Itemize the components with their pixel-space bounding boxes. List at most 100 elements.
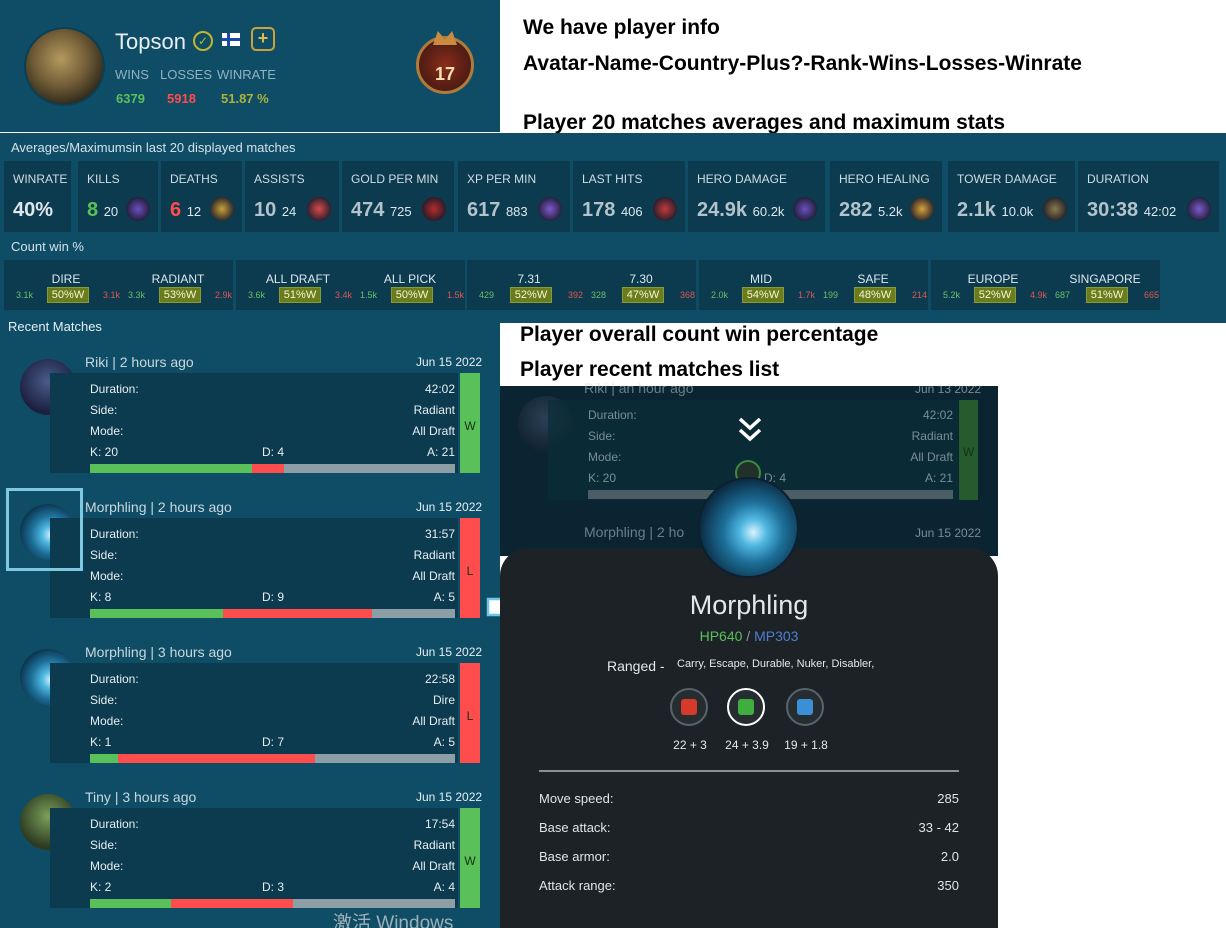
count-win-badge: 50%W xyxy=(390,287,434,303)
hero-mini-icon xyxy=(126,197,150,221)
count-win-wins: 429 xyxy=(479,290,495,300)
detail-label: Attack range: xyxy=(539,878,616,893)
count-win-badge: 51%W xyxy=(278,287,322,303)
avg-cell-assists: ASSISTS 10 24 xyxy=(245,161,339,232)
count-win-label: ALL DRAFT xyxy=(265,272,331,286)
mode-value: All Draft xyxy=(412,714,455,728)
attribute-value: 19 + 1.8 xyxy=(784,738,828,752)
count-win-line: 3.3k 53%W 2.9k xyxy=(128,287,232,303)
count-win-label: SAFE xyxy=(857,272,889,286)
count-win-group: ALL DRAFT 3.6k 51%W 3.4k ALL PICK 1.5k 50%W 1.5… xyxy=(236,260,465,310)
losses-value: 5918 xyxy=(167,91,196,106)
side-value: Radiant xyxy=(413,838,455,852)
count-win-group: 7.31 429 52%W 392 7.30 328 47%W 368 xyxy=(467,260,696,310)
duration-label: Duration: xyxy=(90,817,139,831)
match-title[interactable]: Morphling | 3 hours ago xyxy=(85,644,232,660)
detail-label: Base attack: xyxy=(539,820,611,835)
avg-cell-gold-per-min: GOLD PER MIN 474 725 xyxy=(342,161,454,232)
kills-text: K: 20 xyxy=(90,445,119,459)
count-win-badge: 54%W xyxy=(741,287,785,303)
match-title[interactable]: Riki | 2 hours ago xyxy=(85,354,194,370)
avg-cell-label: KILLS xyxy=(87,172,120,186)
divider xyxy=(539,770,959,772)
count-win-wins: 3.3k xyxy=(128,290,146,300)
count-win-wins: 2.0k xyxy=(711,290,729,300)
ghost-match-date: Jun 13 2022 xyxy=(915,382,982,396)
count-win-losses: 368 xyxy=(679,290,695,300)
side-value: Dire xyxy=(432,693,455,707)
ghost-match-title: Riki | an hour ago xyxy=(584,380,694,396)
mode-label: Mode: xyxy=(90,859,124,873)
attribute-value: 22 + 3 xyxy=(673,738,707,752)
duration-label: Duration: xyxy=(90,672,139,686)
kills-text: K: 1 xyxy=(90,735,112,749)
deaths-text: D: 3 xyxy=(262,880,285,894)
hero-attribute: 22 + 3 xyxy=(670,688,708,752)
player-name[interactable]: Topson xyxy=(115,29,186,55)
match-row[interactable]: Riki | 2 hours ago Jun 15 2022 Duration: 42… xyxy=(0,352,500,497)
count-win-title: Count win % xyxy=(11,239,84,254)
ghost-side-value: Radiant xyxy=(911,429,953,443)
side-label: Side: xyxy=(90,548,118,562)
hero-mini-icon xyxy=(538,197,562,221)
avg-cell-label: DURATION xyxy=(1087,172,1149,186)
max-value: 12 xyxy=(186,204,202,219)
kda-bar xyxy=(90,754,455,763)
count-win-line: 328 47%W 368 xyxy=(591,287,695,303)
avg-cell-kills: KILLS 8 20 xyxy=(78,161,158,232)
avg-value: 2.1k xyxy=(957,199,996,221)
mode-label: Mode: xyxy=(90,424,124,438)
count-win-wins: 328 xyxy=(591,290,607,300)
avg-cell-tower-damage: TOWER DAMAGE 2.1k 10.0k xyxy=(948,161,1075,232)
avg-value: 10 xyxy=(254,199,277,221)
avg-value: 8 xyxy=(87,199,99,221)
watermark-text: 激活 Windows xyxy=(333,913,454,928)
ghost-duration-label: Duration: xyxy=(588,408,637,422)
match-title[interactable]: Morphling | 2 hours ago xyxy=(85,499,232,515)
hero-mini-icon xyxy=(307,197,331,221)
count-win-line: 2.0k 54%W 1.7k xyxy=(711,287,815,303)
avg-cell-value: 10 24 xyxy=(254,199,296,222)
detail-label: Move speed: xyxy=(539,791,614,806)
match-result: W xyxy=(460,808,480,908)
kda-bar xyxy=(90,609,455,618)
note-recent-matches: Player recent matches list xyxy=(520,358,780,381)
match-row[interactable]: Tiny | 3 hours ago Jun 15 2022 Duration: 17… xyxy=(0,787,500,928)
hero-hp-mp: HP640 / MP303 xyxy=(500,628,998,644)
match-title[interactable]: Tiny | 3 hours ago xyxy=(85,789,196,805)
mode-value: All Draft xyxy=(412,569,455,583)
count-win-wins: 199 xyxy=(823,290,839,300)
wins-label: WINS xyxy=(115,67,149,82)
assists-text: A: 4 xyxy=(433,880,455,894)
note-count-win: Player overall count win percentage xyxy=(520,323,879,346)
max-value: 406 xyxy=(620,204,643,219)
winrate-value: 51.87 % xyxy=(221,91,269,106)
attribute-value: 24 + 3.9 xyxy=(725,738,769,752)
avg-cell-value: 24.9k 60.2k xyxy=(697,199,784,222)
verified-icon: ✓ xyxy=(193,31,213,51)
double-chevron-down-icon[interactable] xyxy=(736,416,764,444)
side-value: Radiant xyxy=(413,548,455,562)
note-averages: Player 20 matches averages and maximum s… xyxy=(523,111,1006,134)
count-win-wins: 687 xyxy=(1055,290,1071,300)
duration-value: 42:02 xyxy=(424,382,455,396)
mode-value: All Draft xyxy=(412,424,455,438)
count-win-losses: 3.1k xyxy=(102,290,120,300)
match-row[interactable]: Morphling | 3 hours ago Jun 15 2022 Durati… xyxy=(0,642,500,787)
kda-assists-segment xyxy=(284,464,455,473)
hero-mini-icon xyxy=(1043,197,1067,221)
mode-label: Mode: xyxy=(90,569,124,583)
count-win-badge: 51%W xyxy=(1085,287,1129,303)
detail-value: 350 xyxy=(937,878,959,893)
kda-bar xyxy=(90,899,455,908)
ghost-match-title-2: Morphling | 2 ho xyxy=(584,524,685,540)
avg-value: 178 xyxy=(582,199,616,221)
kda-assists-segment xyxy=(315,754,455,763)
ghost-match-date-2: Jun 15 2022 xyxy=(915,526,982,540)
max-value: 42:02 xyxy=(1143,204,1177,219)
strength-icon xyxy=(670,688,708,726)
deaths-text: D: 7 xyxy=(262,735,285,749)
count-win-badge: 52%W xyxy=(509,287,553,303)
player-avatar[interactable] xyxy=(24,27,105,106)
count-win-badge: 52%W xyxy=(973,287,1017,303)
